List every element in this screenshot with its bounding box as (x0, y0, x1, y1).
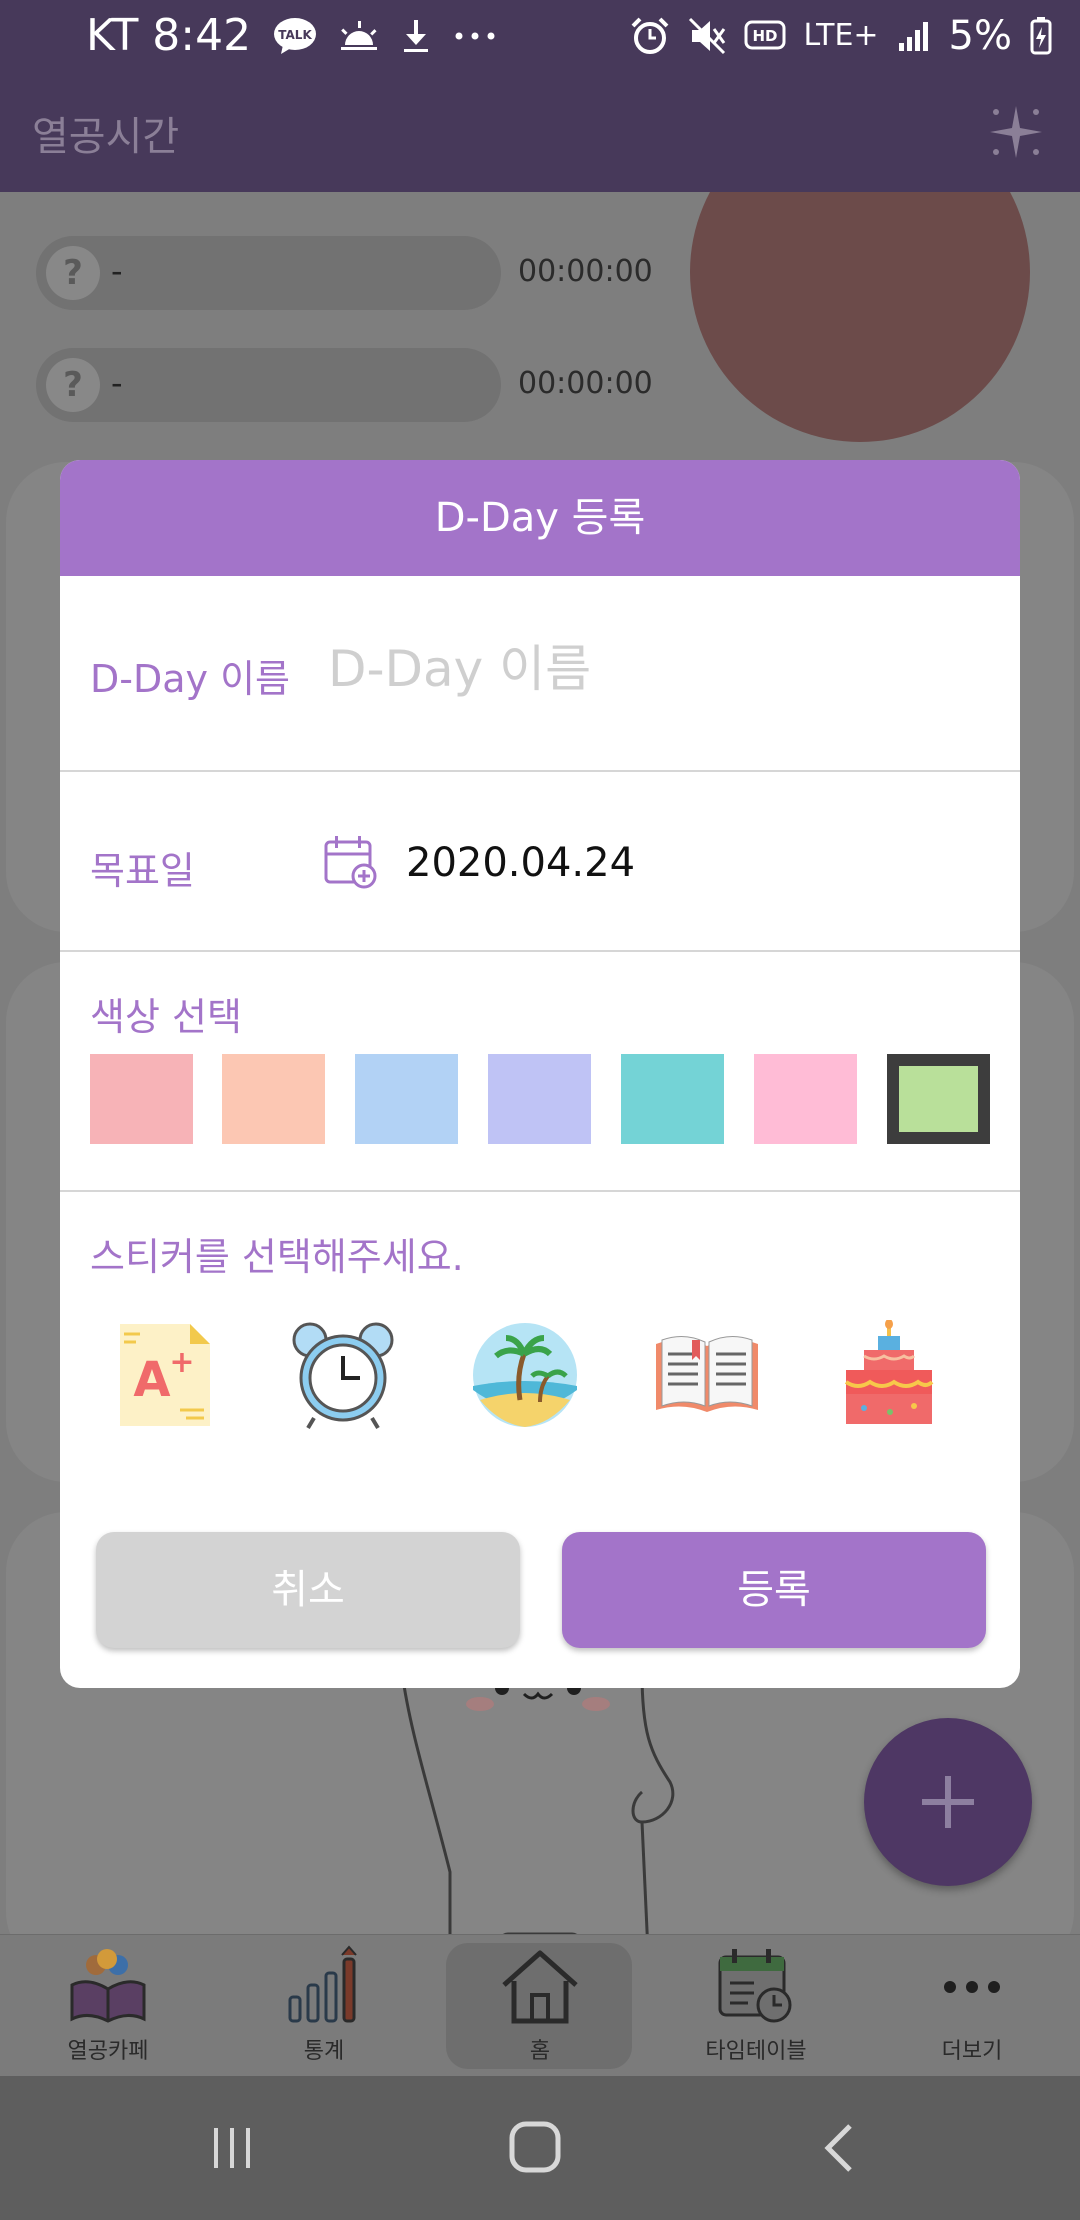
color-swatch-pink[interactable] (90, 1054, 193, 1144)
nav-item-study-cafe[interactable]: 열공카페 (0, 1935, 216, 2077)
question-icon: ? (46, 358, 100, 412)
color-swatch-sky[interactable] (355, 1054, 458, 1144)
a-plus-paper-icon[interactable]: A + (110, 1320, 220, 1430)
status-bar: KT 8:42 TALK HD LTE+ 5% (0, 0, 1080, 72)
home-system-icon[interactable] (508, 2120, 562, 2174)
timer-circle (690, 192, 1030, 442)
talk-icon: TALK (273, 17, 317, 55)
study-cafe-icon (70, 1949, 146, 2023)
mute-icon (688, 17, 726, 55)
svg-text:+: + (169, 1345, 194, 1380)
battery-percent: 5% (948, 13, 1012, 59)
system-nav-bar (0, 2076, 1080, 2220)
nav-label: 통계 (303, 2039, 345, 2064)
back-icon[interactable] (818, 2122, 858, 2174)
app-bar: 열공시간 (0, 72, 1080, 192)
more-notifications-icon (453, 31, 497, 41)
app-title: 열공시간 (32, 114, 180, 160)
svg-text:TALK: TALK (278, 28, 312, 42)
birthday-cake-icon[interactable] (834, 1320, 944, 1430)
stats-chart-icon (288, 1945, 357, 2023)
nav-label: 더보기 (941, 2039, 1003, 2064)
nav-label: 열공카페 (67, 2039, 149, 2064)
dday-name-input[interactable] (328, 634, 988, 704)
register-button[interactable]: 등록 (562, 1532, 986, 1648)
battery-icon (1030, 17, 1052, 55)
subject-name: - (111, 364, 123, 402)
color-select-label: 색상 선택 (90, 995, 242, 1039)
color-swatch-lavender[interactable] (488, 1054, 591, 1144)
weather-icon (339, 19, 379, 53)
subject-row[interactable]: ? - (36, 236, 501, 310)
more-icon (944, 1981, 1000, 1993)
subject-time: 00:00:00 (518, 254, 653, 289)
alarm-icon (630, 16, 670, 56)
subject-row[interactable]: ? - (36, 348, 501, 422)
subject-time: 00:00:00 (518, 366, 653, 401)
home-icon (502, 1950, 578, 2024)
nav-item-more[interactable]: 더보기 (864, 1935, 1080, 2077)
dday-dialog: D-Day 등록 D-Day 이름 목표일 2020.04.24 색상 선택 스… (60, 460, 1020, 1688)
dialog-title: D-Day 등록 (60, 460, 1020, 576)
sticker-select-label: 스티커를 선택해주세요. (90, 1235, 464, 1279)
nav-item-timetable[interactable]: 타임테이블 (648, 1935, 864, 2077)
divider (60, 770, 1020, 772)
download-icon (401, 18, 431, 54)
color-swatch-light-pink[interactable] (754, 1054, 857, 1144)
mascot-illustration (400, 1672, 675, 1934)
open-book-icon[interactable] (652, 1320, 762, 1430)
dday-name-label: D-Day 이름 (90, 657, 291, 701)
nav-item-home[interactable]: 홈 (432, 1935, 648, 2077)
bottom-nav: 열공카페 통계 홈 타임테이블 더보기 (0, 1934, 1080, 2076)
color-swatch-peach[interactable] (222, 1054, 325, 1144)
beach-island-icon[interactable] (470, 1320, 580, 1430)
timetable-icon (718, 1949, 792, 2023)
calendar-add-icon[interactable] (322, 834, 378, 890)
question-icon: ? (46, 246, 100, 300)
color-swatch-green[interactable] (887, 1054, 990, 1144)
subject-name: - (111, 252, 123, 290)
recent-apps-icon[interactable] (208, 2124, 256, 2172)
cancel-button[interactable]: 취소 (96, 1532, 520, 1648)
color-swatch-teal[interactable] (621, 1054, 724, 1144)
hd-icon: HD (744, 20, 786, 52)
divider (60, 1190, 1020, 1192)
divider (60, 950, 1020, 952)
target-date-label: 목표일 (90, 849, 195, 893)
add-fab-button[interactable] (864, 1718, 1032, 1886)
network-type: LTE+ (803, 18, 879, 53)
sparkle-icon[interactable] (986, 102, 1046, 166)
nav-label: 홈 (529, 2039, 551, 2064)
status-time: KT 8:42 (86, 10, 252, 61)
nav-label: 타임테이블 (705, 2039, 807, 2064)
nav-item-stats[interactable]: 통계 (216, 1935, 432, 2077)
svg-text:HD: HD (752, 27, 777, 45)
target-date-value[interactable]: 2020.04.24 (406, 840, 635, 886)
svg-text:A: A (133, 1352, 170, 1408)
alarm-clock-icon[interactable] (288, 1320, 398, 1430)
signal-icon (897, 19, 931, 53)
